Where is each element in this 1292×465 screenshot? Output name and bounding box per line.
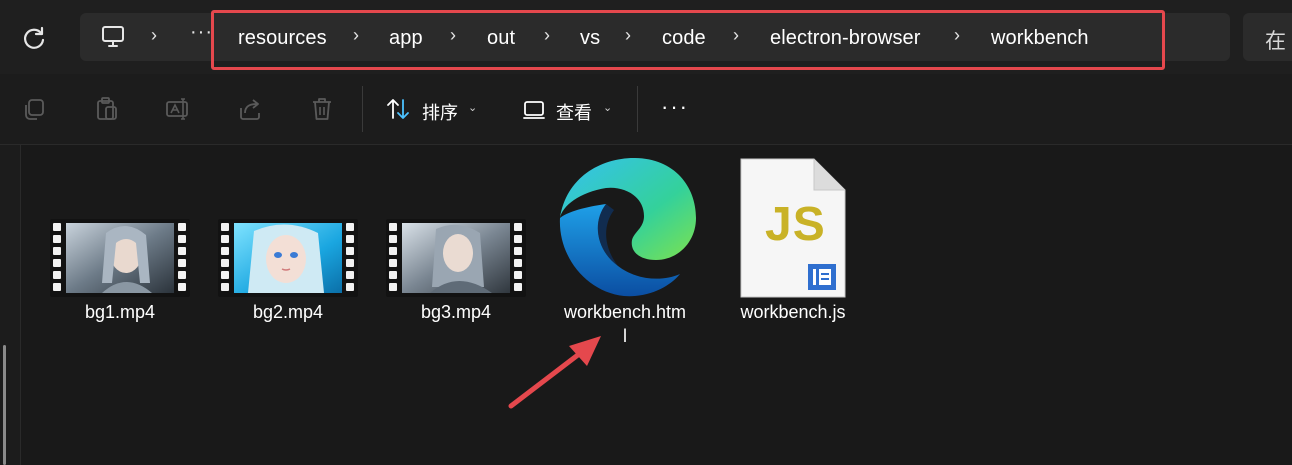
toolbar-divider (362, 86, 363, 132)
this-pc-icon[interactable] (100, 24, 126, 50)
edge-icon[interactable] (552, 156, 698, 298)
file-name[interactable]: bg2.mp4 (218, 302, 358, 323)
video-preview-image (234, 223, 342, 293)
copy-icon[interactable] (22, 96, 48, 122)
video-thumbnail[interactable] (50, 219, 190, 297)
view-button-label[interactable]: 查看 (556, 99, 592, 125)
paste-icon[interactable] (94, 96, 120, 122)
js-label: JS (765, 198, 826, 251)
sort-icon[interactable] (385, 96, 411, 122)
share-icon[interactable] (237, 96, 263, 122)
file-name[interactable]: workbench.js (720, 302, 866, 323)
file-name-line-1[interactable]: workbench.htm (552, 302, 698, 323)
more-options-button[interactable]: ··· (661, 94, 689, 120)
scrollbar[interactable] (3, 345, 6, 465)
sort-button-label[interactable]: 排序 (422, 99, 458, 125)
command-bar (0, 74, 1292, 145)
breadcrumb-overflow-button[interactable]: ··· (190, 21, 213, 44)
video-preview-image (66, 223, 174, 293)
search-box[interactable]: 在 (1243, 13, 1292, 61)
rename-icon[interactable] (165, 96, 191, 122)
chevron-down-icon[interactable]: ⌄ (603, 101, 612, 114)
toolbar-divider (637, 86, 638, 132)
video-thumbnail[interactable] (218, 219, 358, 297)
file-name[interactable]: bg1.mp4 (50, 302, 190, 323)
search-text: 在 (1265, 30, 1286, 53)
file-name[interactable]: bg3.mp4 (386, 302, 526, 323)
annotation-arrow-icon (508, 336, 601, 409)
view-icon[interactable] (521, 96, 547, 122)
highlight-box (211, 10, 1165, 70)
delete-icon[interactable] (309, 96, 335, 122)
refresh-icon[interactable] (20, 24, 48, 52)
video-preview-image (402, 223, 510, 293)
chevron-down-icon[interactable]: ⌄ (468, 101, 477, 114)
chevron-right-icon[interactable]: › (151, 25, 157, 46)
video-thumbnail[interactable] (386, 219, 526, 297)
